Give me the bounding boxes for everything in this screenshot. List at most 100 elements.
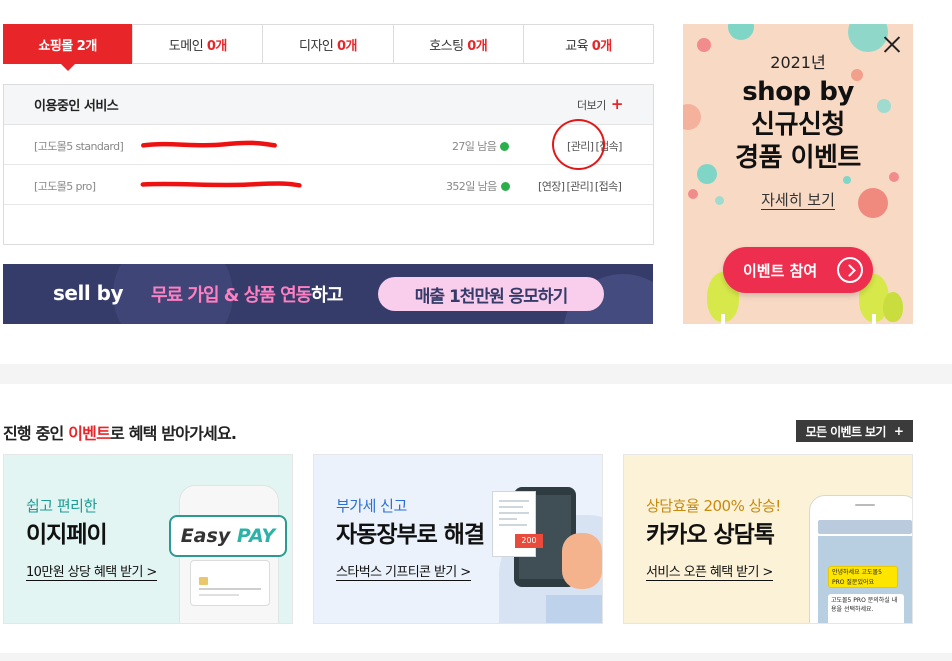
events-title-prefix: 진행 중인 xyxy=(3,424,69,443)
easypay-badge-pay: PAY xyxy=(236,525,276,547)
card-subtitle: 상담효율 200% 상승! xyxy=(646,497,781,515)
connect-link[interactable]: [접속] xyxy=(595,138,622,154)
ad-year: 2021년 xyxy=(770,53,826,72)
more-label: 더보기 xyxy=(577,98,606,112)
card-number xyxy=(199,588,261,590)
chat-bubble: 고도몰5 PRO 문의하실 내용을 선택하세요. xyxy=(828,594,904,623)
receipt-line xyxy=(499,518,517,520)
ad-detail-link[interactable]: 자세히 보기 xyxy=(761,191,835,210)
tab-label: 교육 xyxy=(565,38,589,54)
tab-shoppingmall[interactable]: 쇼핑몰 2개 xyxy=(3,24,133,71)
sleeve-illustration xyxy=(546,595,602,623)
events-title-suffix: 로 혜택 받아가세요. xyxy=(110,424,237,443)
phone-illustration: 안녕하세요 고도몰5 PRO 질문있어요 고도몰5 PRO 문의하실 내용을 선… xyxy=(809,495,912,623)
tab-count: 0개 xyxy=(467,38,488,54)
plus-icon: + xyxy=(610,95,624,113)
slogan-rest: 하고 xyxy=(311,285,343,306)
tab-hosting[interactable]: 호스팅 0개 xyxy=(392,25,523,63)
days-text: 352일 남음 xyxy=(446,180,497,193)
card-subtitle: 쉽고 편리한 xyxy=(26,497,97,515)
manage-link[interactable]: [관리] xyxy=(566,178,593,194)
service-links: [관리] [접속] xyxy=(567,138,622,154)
receipt-line xyxy=(499,506,523,508)
tab-label: 도메인 xyxy=(168,38,204,54)
decor-ball xyxy=(848,24,888,52)
arrow-circle-icon xyxy=(837,257,863,283)
card-link[interactable]: 서비스 오픈 혜택 받기 > xyxy=(646,561,773,581)
tab-domain[interactable]: 도메인 0개 xyxy=(132,25,262,63)
easypay-badge: Easy PAY xyxy=(169,515,287,557)
tab-label: 쇼핑몰 xyxy=(38,38,73,54)
card-link[interactable]: 스타벅스 기프티콘 받기 > xyxy=(336,561,471,581)
receipt-tag: 200 xyxy=(515,534,543,548)
tab-count: 0개 xyxy=(591,38,613,54)
decor-ball xyxy=(843,176,851,184)
service-plan: [고도몰5 pro] xyxy=(34,180,96,193)
decor-tree-trunk xyxy=(872,314,876,324)
tab-label: 호스팅 xyxy=(429,38,464,54)
connect-link[interactable]: [접속] xyxy=(595,178,622,194)
fingers-illustration xyxy=(562,533,602,589)
event-card-auto-ledger[interactable]: 200 부가세 신고 자동장부로 해결 스타벅스 기프티콘 받기 > xyxy=(313,454,603,624)
card-title: 카카오 상담톡 xyxy=(646,522,775,548)
all-events-label: 모든 이벤트 보기 xyxy=(805,424,887,439)
service-days-remaining: 27일 남음 xyxy=(452,138,510,154)
status-dot-icon xyxy=(500,141,510,151)
status-dot-icon xyxy=(500,181,510,191)
event-ad[interactable]: 2021년 shop by 신규신청 경품 이벤트 자세히 보기 이벤트 참여 xyxy=(683,24,913,324)
section-divider xyxy=(0,364,952,384)
sellby-banner[interactable]: sell by 무료 가입 & 상품 연동하고 매출 1천만원 응모하기 xyxy=(3,264,653,324)
extend-link[interactable]: [연장] xyxy=(538,178,565,194)
service-row: [고도몰5 standard] 27일 남음 [관리] [접속] xyxy=(4,125,653,165)
service-days-remaining: 352일 남음 xyxy=(446,178,510,194)
redacted-domain xyxy=(141,140,277,148)
card-number xyxy=(199,594,239,596)
decor-ball xyxy=(728,24,754,40)
decor-tree xyxy=(883,292,903,322)
credit-card-illustration xyxy=(190,560,270,606)
service-panel-title: 이용중인 서비스 xyxy=(34,99,119,114)
phone-speaker xyxy=(855,504,875,506)
event-card-kakao[interactable]: 안녕하세요 고도몰5 PRO 질문있어요 고도몰5 PRO 문의하실 내용을 선… xyxy=(623,454,913,624)
event-join-label: 이벤트 참여 xyxy=(743,261,818,280)
chat-bubble: 안녕하세요 고도몰5 PRO 질문있어요 xyxy=(828,566,898,588)
service-links: [연장] [관리] [접속] xyxy=(538,178,622,194)
tab-count: 2개 xyxy=(76,38,98,54)
ad-headline-line: shop by xyxy=(742,77,854,107)
tab-design[interactable]: 디자인 0개 xyxy=(262,25,392,63)
ad-headline: shop by 신규신청 경품 이벤트 xyxy=(683,76,913,175)
manage-link[interactable]: [관리] xyxy=(567,138,594,154)
ad-headline-line: 경품 이벤트 xyxy=(735,143,861,173)
tab-education[interactable]: 교육 0개 xyxy=(522,25,653,63)
ad-headline-line: 신규신청 xyxy=(751,110,845,140)
more-link[interactable]: 더보기 + xyxy=(577,97,623,113)
service-row: [고도몰5 pro] 352일 남음 [연장] [관리] [접속] xyxy=(4,165,653,205)
card-link[interactable]: 10만원 상당 혜택 받기 > xyxy=(26,561,157,581)
ad-detail: 자세히 보기 xyxy=(683,189,913,210)
slogan-highlight: 무료 가입 & 상품 연동 xyxy=(151,285,312,306)
chat-header xyxy=(818,520,912,534)
redacted-domain xyxy=(140,181,302,188)
tab-label: 디자인 xyxy=(298,38,334,54)
card-chip xyxy=(199,577,208,585)
event-join-button[interactable]: 이벤트 참여 xyxy=(723,247,873,293)
easypay-badge-easy: Easy xyxy=(180,525,231,547)
receipt-line xyxy=(499,524,527,526)
section-divider xyxy=(0,653,952,661)
days-text: 27일 남음 xyxy=(452,140,497,153)
card-subtitle: 부가세 신고 xyxy=(336,497,407,515)
all-events-button[interactable]: 모든 이벤트 보기 + xyxy=(796,420,913,442)
receipt-line xyxy=(499,500,529,502)
event-card-easypay[interactable]: Easy PAY 쉽고 편리한 이지페이 10만원 상당 혜택 받기 > xyxy=(3,454,293,624)
service-panel-header: 이용중인 서비스 더보기 + xyxy=(4,85,653,125)
card-title: 자동장부로 해결 xyxy=(336,522,485,548)
sellby-logo: sell by xyxy=(53,281,124,305)
tab-count: 0개 xyxy=(337,38,358,54)
events-title: 진행 중인 이벤트로 혜택 받아가세요. xyxy=(3,420,237,444)
banner-cta-button[interactable]: 매출 1천만원 응모하기 xyxy=(378,277,604,311)
tab-count: 0개 xyxy=(206,38,228,54)
service-tabs: 쇼핑몰 2개 도메인 0개 디자인 0개 호스팅 0개 교육 0개 xyxy=(3,24,654,71)
service-panel: 이용중인 서비스 더보기 + [고도몰5 standard] 27일 남음 [관… xyxy=(3,84,654,245)
receipt-illustration: 200 xyxy=(492,491,543,557)
events-title-highlight: 이벤트 xyxy=(68,424,111,443)
